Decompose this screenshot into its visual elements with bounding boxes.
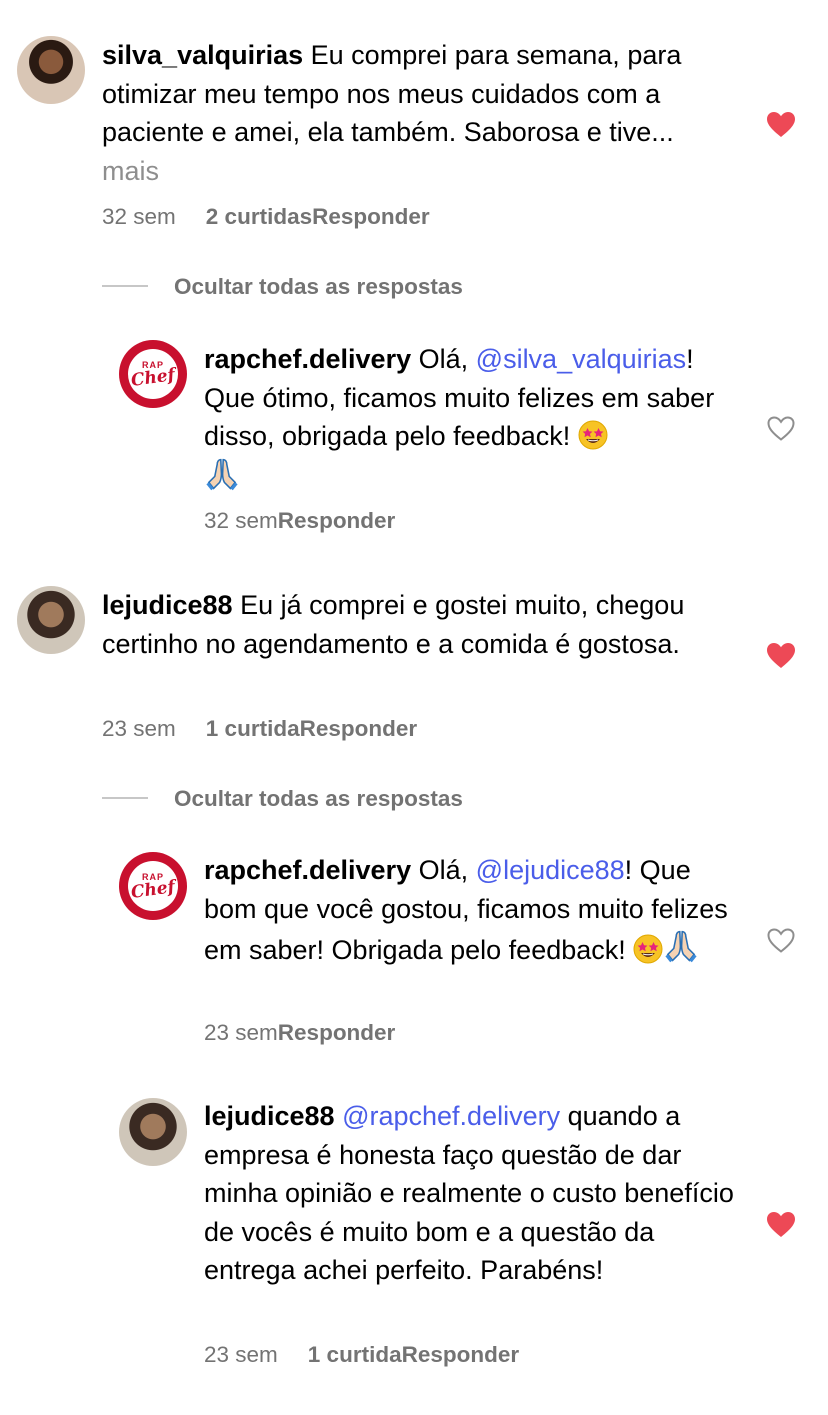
username[interactable]: rapchef.delivery xyxy=(204,855,411,885)
avatar[interactable] xyxy=(17,586,85,654)
likes-count[interactable]: 2 curtidas xyxy=(206,204,312,229)
comment-meta: 23 sem 1 curtidaResponder xyxy=(204,1342,519,1368)
avatar[interactable]: RAP Chef xyxy=(119,340,187,408)
likes-count[interactable]: 1 curtida xyxy=(206,716,300,741)
avatar[interactable]: RAP Chef xyxy=(119,852,187,920)
username[interactable]: silva_valquirias xyxy=(102,40,303,70)
comment-text: lejudice88 @rapchef.delivery quando a em… xyxy=(204,1097,734,1290)
heart-outline-icon[interactable] xyxy=(767,928,795,954)
more-link[interactable]: mais xyxy=(102,156,159,186)
reply-button[interactable]: Responder xyxy=(278,508,396,533)
username[interactable]: lejudice88 xyxy=(204,1101,335,1131)
heart-filled-icon[interactable] xyxy=(767,1212,795,1238)
star-struck-emoji-icon xyxy=(633,934,663,964)
comment-text: silva_valquirias Eu comprei para semana,… xyxy=(102,36,742,190)
timestamp: 32 sem xyxy=(204,508,278,533)
avatar[interactable] xyxy=(17,36,85,104)
timestamp: 32 sem xyxy=(102,204,176,229)
timestamp: 23 sem xyxy=(204,1020,278,1045)
timestamp: 23 sem xyxy=(204,1342,278,1367)
comment-text: rapchef.delivery Olá, @silva_valquirias!… xyxy=(204,340,744,497)
avatar[interactable] xyxy=(119,1098,187,1166)
username[interactable]: rapchef.delivery xyxy=(204,344,411,374)
folded-hands-emoji-icon xyxy=(204,456,240,492)
hide-replies-button[interactable]: Ocultar todas as respostas xyxy=(102,786,463,812)
timestamp: 23 sem xyxy=(102,716,176,741)
reply-button[interactable]: Responder xyxy=(300,716,418,741)
reply-button[interactable]: Responder xyxy=(402,1342,520,1367)
comment-meta: 32 semResponder xyxy=(204,508,395,534)
rapchef-logo: RAP Chef xyxy=(128,349,178,399)
reply-button[interactable]: Responder xyxy=(278,1020,396,1045)
reply-button[interactable]: Responder xyxy=(312,204,430,229)
heart-outline-icon[interactable] xyxy=(767,416,795,442)
heart-filled-icon[interactable] xyxy=(767,643,795,669)
rapchef-logo: RAP Chef xyxy=(128,861,178,911)
hide-replies-label: Ocultar todas as respostas xyxy=(174,786,463,811)
likes-count[interactable]: 1 curtida xyxy=(308,1342,402,1367)
comment-meta: 23 semResponder xyxy=(204,1020,395,1046)
comment-text: rapchef.delivery Olá, @lejudice88! Que b… xyxy=(204,851,734,970)
mention-link[interactable]: @lejudice88 xyxy=(476,855,625,885)
hide-replies-button[interactable]: Ocultar todas as respostas xyxy=(102,274,463,300)
heart-filled-icon[interactable] xyxy=(767,112,795,138)
mention-link[interactable]: @rapchef.delivery xyxy=(342,1101,560,1131)
star-struck-emoji-icon xyxy=(578,420,608,450)
comment-body-start: Olá, xyxy=(418,855,476,885)
folded-hands-emoji-icon xyxy=(663,928,699,964)
comment-text: lejudice88 Eu já comprei e gostei muito,… xyxy=(102,586,742,663)
mention-link[interactable]: @silva_valquirias xyxy=(476,344,687,374)
divider xyxy=(102,285,148,288)
comment-body-start: Olá, xyxy=(418,344,476,374)
comment-meta: 32 sem 2 curtidasResponder xyxy=(102,204,430,230)
divider xyxy=(102,797,148,800)
username[interactable]: lejudice88 xyxy=(102,590,233,620)
comment-meta: 23 sem 1 curtidaResponder xyxy=(102,716,417,742)
hide-replies-label: Ocultar todas as respostas xyxy=(174,274,463,299)
